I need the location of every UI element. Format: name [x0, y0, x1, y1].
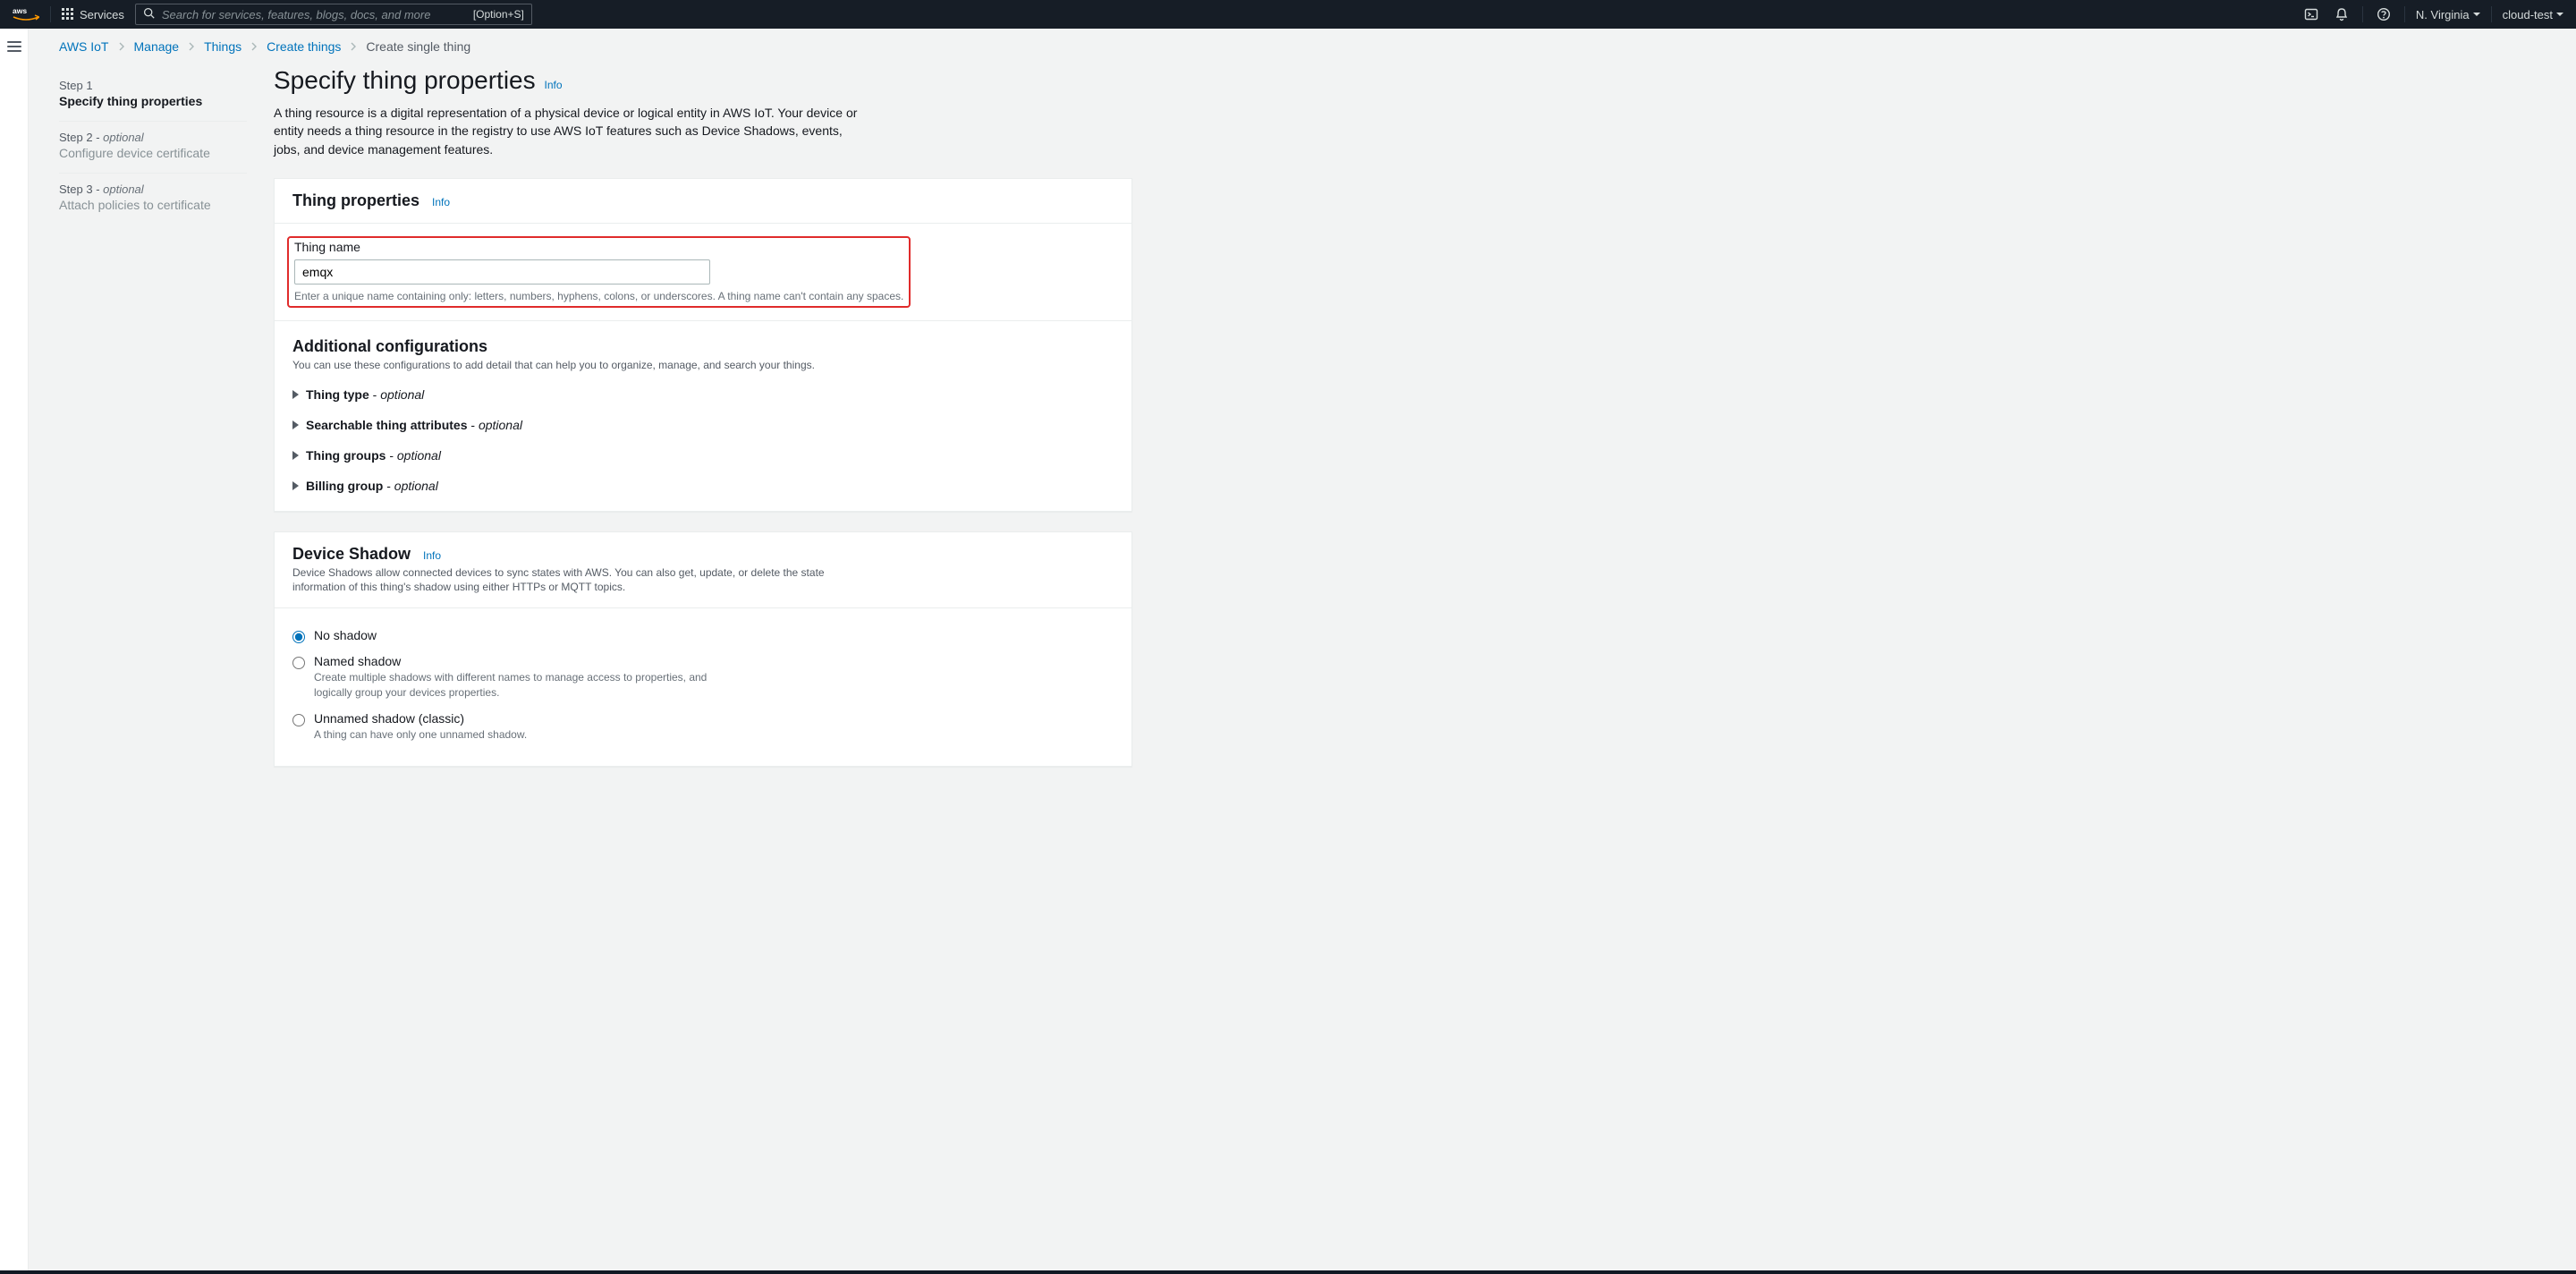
expand-billing-group[interactable]: Billing group - optional — [292, 479, 1114, 493]
breadcrumb-link[interactable]: Things — [204, 39, 242, 54]
step-number: Step 1 — [59, 79, 247, 92]
shadow-option-none[interactable]: No shadow — [292, 623, 1114, 649]
device-shadow-panel: Device Shadow Info Device Shadows allow … — [274, 531, 1132, 767]
shadow-option-named[interactable]: Named shadow Create multiple shadows wit… — [292, 649, 1114, 706]
radio-no-shadow[interactable] — [292, 631, 305, 643]
radio-label: Named shadow — [314, 654, 725, 668]
radio-named-shadow[interactable] — [292, 657, 305, 669]
search-shortcut: [Option+S] — [473, 8, 524, 21]
expand-thing-groups[interactable]: Thing groups - optional — [292, 448, 1114, 463]
step-number: Step 3 - optional — [59, 183, 247, 196]
global-search[interactable]: [Option+S] — [135, 4, 532, 25]
breadcrumb-link[interactable]: AWS IoT — [59, 39, 109, 54]
account-label: cloud-test — [2503, 8, 2553, 21]
additional-config-title: Additional configurations — [292, 337, 1114, 356]
panel-title: Thing properties — [292, 191, 419, 210]
step-title: Attach policies to certificate — [59, 198, 247, 212]
wizard-step-1: Step 1 Specify thing properties — [59, 70, 247, 121]
grid-icon — [62, 8, 74, 21]
services-menu-button[interactable]: Services — [62, 8, 124, 21]
thing-name-constraint: Enter a unique name containing only: let… — [294, 290, 903, 302]
svg-text:aws: aws — [13, 6, 27, 15]
chevron-right-icon — [250, 39, 258, 54]
device-shadow-desc: Device Shadows allow connected devices t… — [292, 565, 847, 596]
separator — [2491, 6, 2492, 22]
radio-description: Create multiple shadows with different n… — [314, 670, 725, 701]
breadcrumb-link[interactable]: Create things — [267, 39, 341, 54]
aws-logo[interactable]: aws — [13, 0, 39, 29]
chevron-right-icon — [350, 39, 357, 54]
separator — [50, 6, 51, 22]
region-label: N. Virginia — [2416, 8, 2470, 21]
step-title: Specify thing properties — [59, 94, 247, 108]
expand-thing-type[interactable]: Thing type - optional — [292, 387, 1114, 402]
chevron-down-icon — [2473, 13, 2480, 16]
region-selector[interactable]: N. Virginia — [2416, 8, 2480, 21]
help-icon[interactable] — [2374, 4, 2394, 24]
separator — [2362, 6, 2363, 22]
step-title: Configure device certificate — [59, 146, 247, 160]
radio-label: Unnamed shadow (classic) — [314, 711, 527, 726]
caret-right-icon — [292, 451, 299, 460]
thing-name-input[interactable] — [294, 259, 710, 285]
radio-label: No shadow — [314, 628, 377, 642]
separator — [2404, 6, 2405, 22]
wizard-step-2: Step 2 - optional Configure device certi… — [59, 121, 247, 173]
panel-title: Device Shadow — [292, 545, 411, 564]
wizard-step-3: Step 3 - optional Attach policies to cer… — [59, 173, 247, 225]
chevron-down-icon — [2556, 13, 2563, 16]
info-link[interactable]: Info — [545, 79, 563, 91]
chevron-right-icon — [188, 39, 195, 54]
cloudshell-icon[interactable] — [2301, 4, 2321, 24]
expand-searchable-attributes[interactable]: Searchable thing attributes - optional — [292, 418, 1114, 432]
breadcrumb-link[interactable]: Manage — [134, 39, 180, 54]
thing-name-highlight: Thing name Enter a unique name containin… — [287, 236, 911, 308]
menu-toggle-icon[interactable] — [7, 41, 21, 52]
info-link[interactable]: Info — [432, 196, 450, 208]
top-nav: aws Services — [0, 0, 2576, 29]
thing-properties-panel: Thing properties Info Thing name Enter a… — [274, 178, 1132, 512]
step-number: Step 2 - optional — [59, 131, 247, 144]
breadcrumb: AWS IoT Manage Things Create things Crea… — [59, 39, 2546, 54]
caret-right-icon — [292, 481, 299, 490]
search-input[interactable] — [162, 8, 466, 21]
wizard-steps: Step 1 Specify thing properties Step 2 -… — [59, 66, 247, 767]
side-rail — [0, 29, 29, 1270]
radio-description: A thing can have only one unnamed shadow… — [314, 727, 527, 743]
shadow-option-unnamed[interactable]: Unnamed shadow (classic) A thing can hav… — [292, 706, 1114, 748]
page-title: Specify thing properties — [274, 66, 536, 94]
breadcrumb-current: Create single thing — [366, 39, 470, 54]
search-icon — [143, 7, 155, 21]
footer-bar — [0, 1270, 2576, 1274]
caret-right-icon — [292, 420, 299, 429]
services-label: Services — [80, 8, 124, 21]
caret-right-icon — [292, 390, 299, 399]
info-link[interactable]: Info — [423, 549, 441, 562]
notifications-icon[interactable] — [2332, 4, 2351, 24]
account-selector[interactable]: cloud-test — [2503, 8, 2563, 21]
radio-unnamed-shadow[interactable] — [292, 714, 305, 726]
page-description: A thing resource is a digital representa… — [274, 104, 864, 158]
thing-name-label: Thing name — [294, 240, 903, 254]
chevron-right-icon — [118, 39, 125, 54]
additional-config-desc: You can use these configurations to add … — [292, 358, 1114, 373]
